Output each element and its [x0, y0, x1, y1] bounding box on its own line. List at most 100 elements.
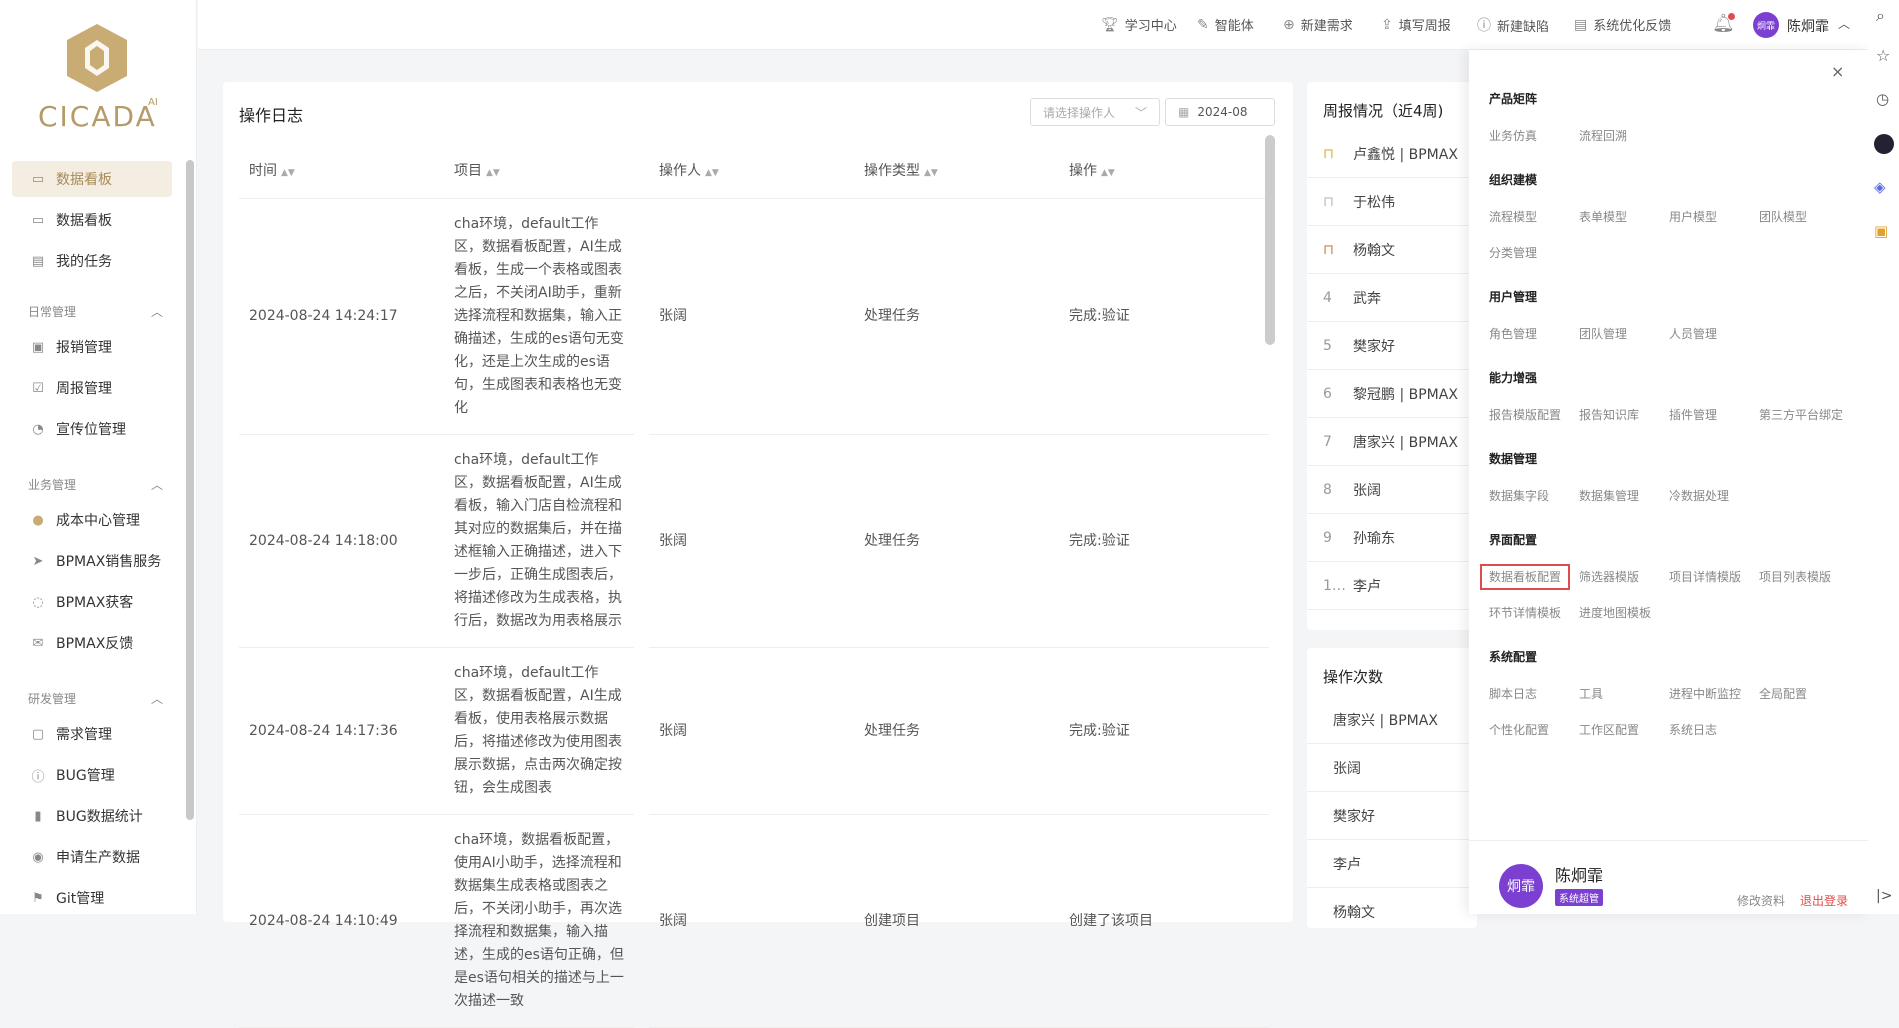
drawer-link[interactable]: 工作区配置: [1579, 721, 1639, 738]
header-write-weekly[interactable]: ⇪ 填写周报: [1381, 15, 1451, 35]
table-row[interactable]: 2024-08-24 14:18:00 cha环境，default工作区，数据看…: [239, 434, 1269, 648]
column-header-time[interactable]: 时间 ▲▼: [239, 142, 444, 199]
list-item[interactable]: 7 唐家兴 | BPMAX: [1307, 418, 1477, 466]
drawer-link[interactable]: 报告模版配置: [1489, 406, 1561, 423]
log-scrollbar[interactable]: [1265, 135, 1275, 345]
column-header-project[interactable]: 项目 ▲▼: [444, 142, 649, 199]
drawer-link[interactable]: 角色管理: [1489, 325, 1537, 342]
search-icon[interactable]: ⌕: [1876, 6, 1885, 26]
flag-icon: ⚑: [32, 890, 44, 906]
drawer-link[interactable]: 表单模型: [1579, 208, 1627, 225]
column-header-operator[interactable]: 操作人 ▲▼: [649, 142, 854, 199]
game-icon[interactable]: ◈: [1874, 178, 1886, 196]
star-icon[interactable]: ☆: [1876, 46, 1890, 65]
list-item[interactable]: ⊓ 杨翰文: [1307, 226, 1477, 274]
expand-icon[interactable]: |>: [1876, 888, 1892, 904]
header-new-defect[interactable]: ⓘ 新建缺陷: [1477, 15, 1549, 35]
header-learning-center[interactable]: 🏆︎ 学习中心: [1101, 15, 1177, 35]
list-item[interactable]: 6 黎冠鹏 | BPMAX: [1307, 370, 1477, 418]
section-title: 用户管理: [1489, 290, 1538, 304]
list-item[interactable]: 杨翰文: [1307, 888, 1477, 928]
drawer-link[interactable]: 进程中断监控: [1669, 685, 1741, 702]
list-item[interactable]: 张阔: [1307, 744, 1477, 792]
header-user-name[interactable]: 陈炯霏: [1787, 16, 1829, 36]
table-row[interactable]: 2024-08-24 14:17:36 cha环境，default工作区，数据看…: [239, 647, 1269, 815]
drawer-link[interactable]: 筛选器模版: [1579, 568, 1639, 585]
sidebar-item-bug-stats[interactable]: ▮ BUG数据统计: [12, 798, 172, 834]
table-row[interactable]: 2024-08-24 14:24:17 cha环境，default工作区，数据看…: [239, 198, 1269, 435]
sidebar-item-prod-data[interactable]: ◉ 申请生产数据: [12, 839, 172, 875]
list-item[interactable]: 唐家兴 | BPMAX: [1307, 696, 1477, 744]
sidebar-item-dashboard[interactable]: ▭ 数据看板: [12, 202, 172, 238]
sidebar-group-daily[interactable]: 日常管理 ︿: [28, 303, 163, 320]
sidebar-item-requirements[interactable]: ▢ 需求管理: [12, 716, 172, 752]
drawer-link[interactable]: 全局配置: [1759, 685, 1807, 702]
top-header: 🏆︎ 学习中心 ✎ 智能体 ⊕ 新建需求 ⇪ 填写周报 ⓘ 新建缺陷 ▤ 系统优化反馈 🔔︎…: [198, 0, 1868, 50]
sidebar-item-reimburse[interactable]: ▣ 报销管理: [12, 329, 172, 365]
list-item[interactable]: 8 张阔: [1307, 466, 1477, 514]
drawer-link-dashboard-config[interactable]: 数据看板配置: [1480, 564, 1571, 590]
chevron-up-icon[interactable]: ︿: [1838, 15, 1850, 32]
list-item[interactable]: 9 孙瑜东: [1307, 514, 1477, 562]
operator-select[interactable]: 请选择操作人 ﹀: [1030, 98, 1160, 126]
section-title: 产品矩阵: [1489, 92, 1538, 106]
sidebar-item-bpmax-acquire[interactable]: ◌ BPMAX获客: [12, 584, 172, 620]
drawer-link[interactable]: 数据集字段: [1489, 487, 1549, 504]
drawer-link[interactable]: 第三方平台绑定: [1759, 406, 1843, 423]
drawer-link[interactable]: 项目列表模版: [1759, 568, 1831, 585]
sidebar-item-my-tasks[interactable]: ▤ 我的任务: [12, 243, 172, 279]
header-avatar[interactable]: 炯霏: [1753, 12, 1779, 38]
history-icon[interactable]: ◷: [1876, 90, 1889, 108]
drawer-link[interactable]: 团队管理: [1579, 325, 1627, 342]
drawer-link[interactable]: 流程模型: [1489, 208, 1537, 225]
drawer-link[interactable]: 工具: [1579, 685, 1603, 702]
sidebar-item-bug[interactable]: ⓘ BUG管理: [12, 757, 172, 793]
briefcase-icon[interactable]: ▣: [1874, 222, 1888, 240]
list-item[interactable]: 李卢: [1307, 840, 1477, 888]
sidebar-item-weekly-report[interactable]: ☑ 周报管理: [12, 370, 172, 406]
list-item[interactable]: 4 武奔: [1307, 274, 1477, 322]
sidebar-item-git[interactable]: ⚑ Git管理: [12, 880, 172, 916]
column-header-type[interactable]: 操作类型 ▲▼: [854, 142, 1059, 199]
drawer-link[interactable]: 人员管理: [1669, 325, 1717, 342]
sidebar-item-cost-center[interactable]: ● 成本中心管理: [12, 502, 172, 538]
drawer-link[interactable]: 分类管理: [1489, 244, 1537, 261]
sidebar-scrollbar[interactable]: [186, 160, 194, 820]
table-row[interactable]: 2024-08-24 14:10:49 cha环境，数据看板配置，使用AI小助手…: [239, 814, 1269, 1028]
edit-profile-link[interactable]: 修改资料: [1737, 892, 1785, 909]
header-feedback[interactable]: ▤ 系统优化反馈: [1574, 15, 1671, 35]
list-item[interactable]: 1… 李卢: [1307, 562, 1477, 610]
drawer-link[interactable]: 报告知识库: [1579, 406, 1639, 423]
sidebar-item-promo[interactable]: ◔ 宣传位管理: [12, 411, 172, 447]
drawer-link[interactable]: 系统日志: [1669, 721, 1717, 738]
drawer-link[interactable]: 业务仿真: [1489, 127, 1537, 144]
list-item[interactable]: ⊓ 于松伟: [1307, 178, 1477, 226]
column-header-action[interactable]: 操作 ▲▼: [1059, 142, 1269, 199]
sidebar-item-dashboard-active[interactable]: ▭ 数据看板: [12, 161, 172, 197]
drawer-link[interactable]: 个性化配置: [1489, 721, 1549, 738]
drawer-link[interactable]: 环节详情模板: [1489, 604, 1561, 621]
drawer-link[interactable]: 进度地图模板: [1579, 604, 1651, 621]
cicada-logo[interactable]: CICADA AI: [30, 22, 170, 133]
month-picker[interactable]: ▦ 2024-08: [1165, 98, 1275, 126]
extension-icon[interactable]: [1874, 134, 1894, 154]
drawer-link[interactable]: 冷数据处理: [1669, 487, 1729, 504]
drawer-link[interactable]: 流程回溯: [1579, 127, 1627, 144]
sidebar-item-bpmax-feedback[interactable]: ✉ BPMAX反馈: [12, 625, 172, 661]
header-new-requirement[interactable]: ⊕ 新建需求: [1283, 15, 1353, 35]
sidebar-group-rnd[interactable]: 研发管理 ︿: [28, 690, 163, 707]
drawer-link[interactable]: 数据集管理: [1579, 487, 1639, 504]
drawer-link[interactable]: 插件管理: [1669, 406, 1717, 423]
drawer-link[interactable]: 脚本日志: [1489, 685, 1537, 702]
drawer-link[interactable]: 用户模型: [1669, 208, 1717, 225]
logout-link[interactable]: 退出登录: [1800, 892, 1848, 909]
close-icon[interactable]: ×: [1831, 62, 1844, 81]
sidebar-group-business[interactable]: 业务管理 ︿: [28, 476, 163, 493]
drawer-link[interactable]: 项目详情模版: [1669, 568, 1741, 585]
list-item[interactable]: 樊家好: [1307, 792, 1477, 840]
header-agent[interactable]: ✎ 智能体: [1197, 15, 1254, 35]
drawer-link[interactable]: 团队模型: [1759, 208, 1807, 225]
sidebar-item-bpmax-sales[interactable]: ➤ BPMAX销售服务: [12, 543, 172, 579]
list-item[interactable]: 5 樊家好: [1307, 322, 1477, 370]
list-item[interactable]: ⊓ 卢鑫悦 | BPMAX: [1307, 130, 1477, 178]
